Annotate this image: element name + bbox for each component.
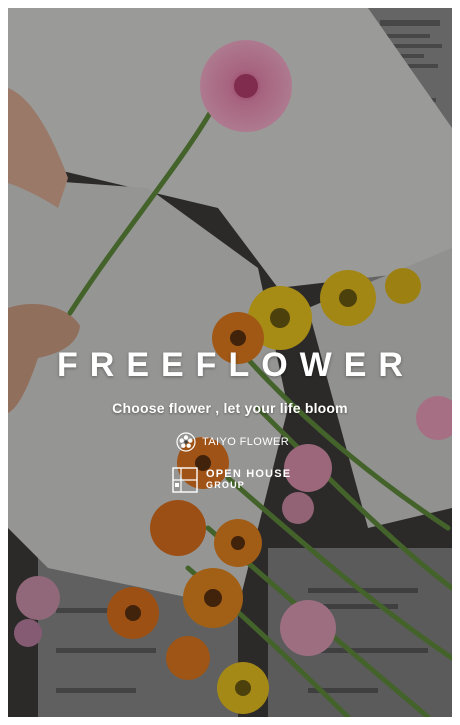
open-house-group-logo: OPEN HOUSE GROUP	[172, 466, 291, 494]
open-house-text: OPEN HOUSE GROUP	[206, 469, 291, 491]
open-house-label: OPEN HOUSE	[206, 468, 292, 480]
app-tagline: Choose flower , let your life bloom	[112, 400, 348, 416]
taiyo-flower-logo: TAIYO FLOWER	[176, 432, 289, 452]
app-title: FREEFLOWER	[57, 346, 415, 384]
group-label: GROUP	[206, 480, 246, 490]
splash-overlay: FREEFLOWER Choose flower , let your life…	[8, 8, 452, 717]
splash-screen: FREEFLOWER Choose flower , let your life…	[8, 8, 452, 717]
house-logo-icon	[172, 467, 198, 493]
taiyo-flower-label: TAIYO FLOWER	[202, 436, 290, 448]
flower-crest-icon	[176, 432, 196, 452]
